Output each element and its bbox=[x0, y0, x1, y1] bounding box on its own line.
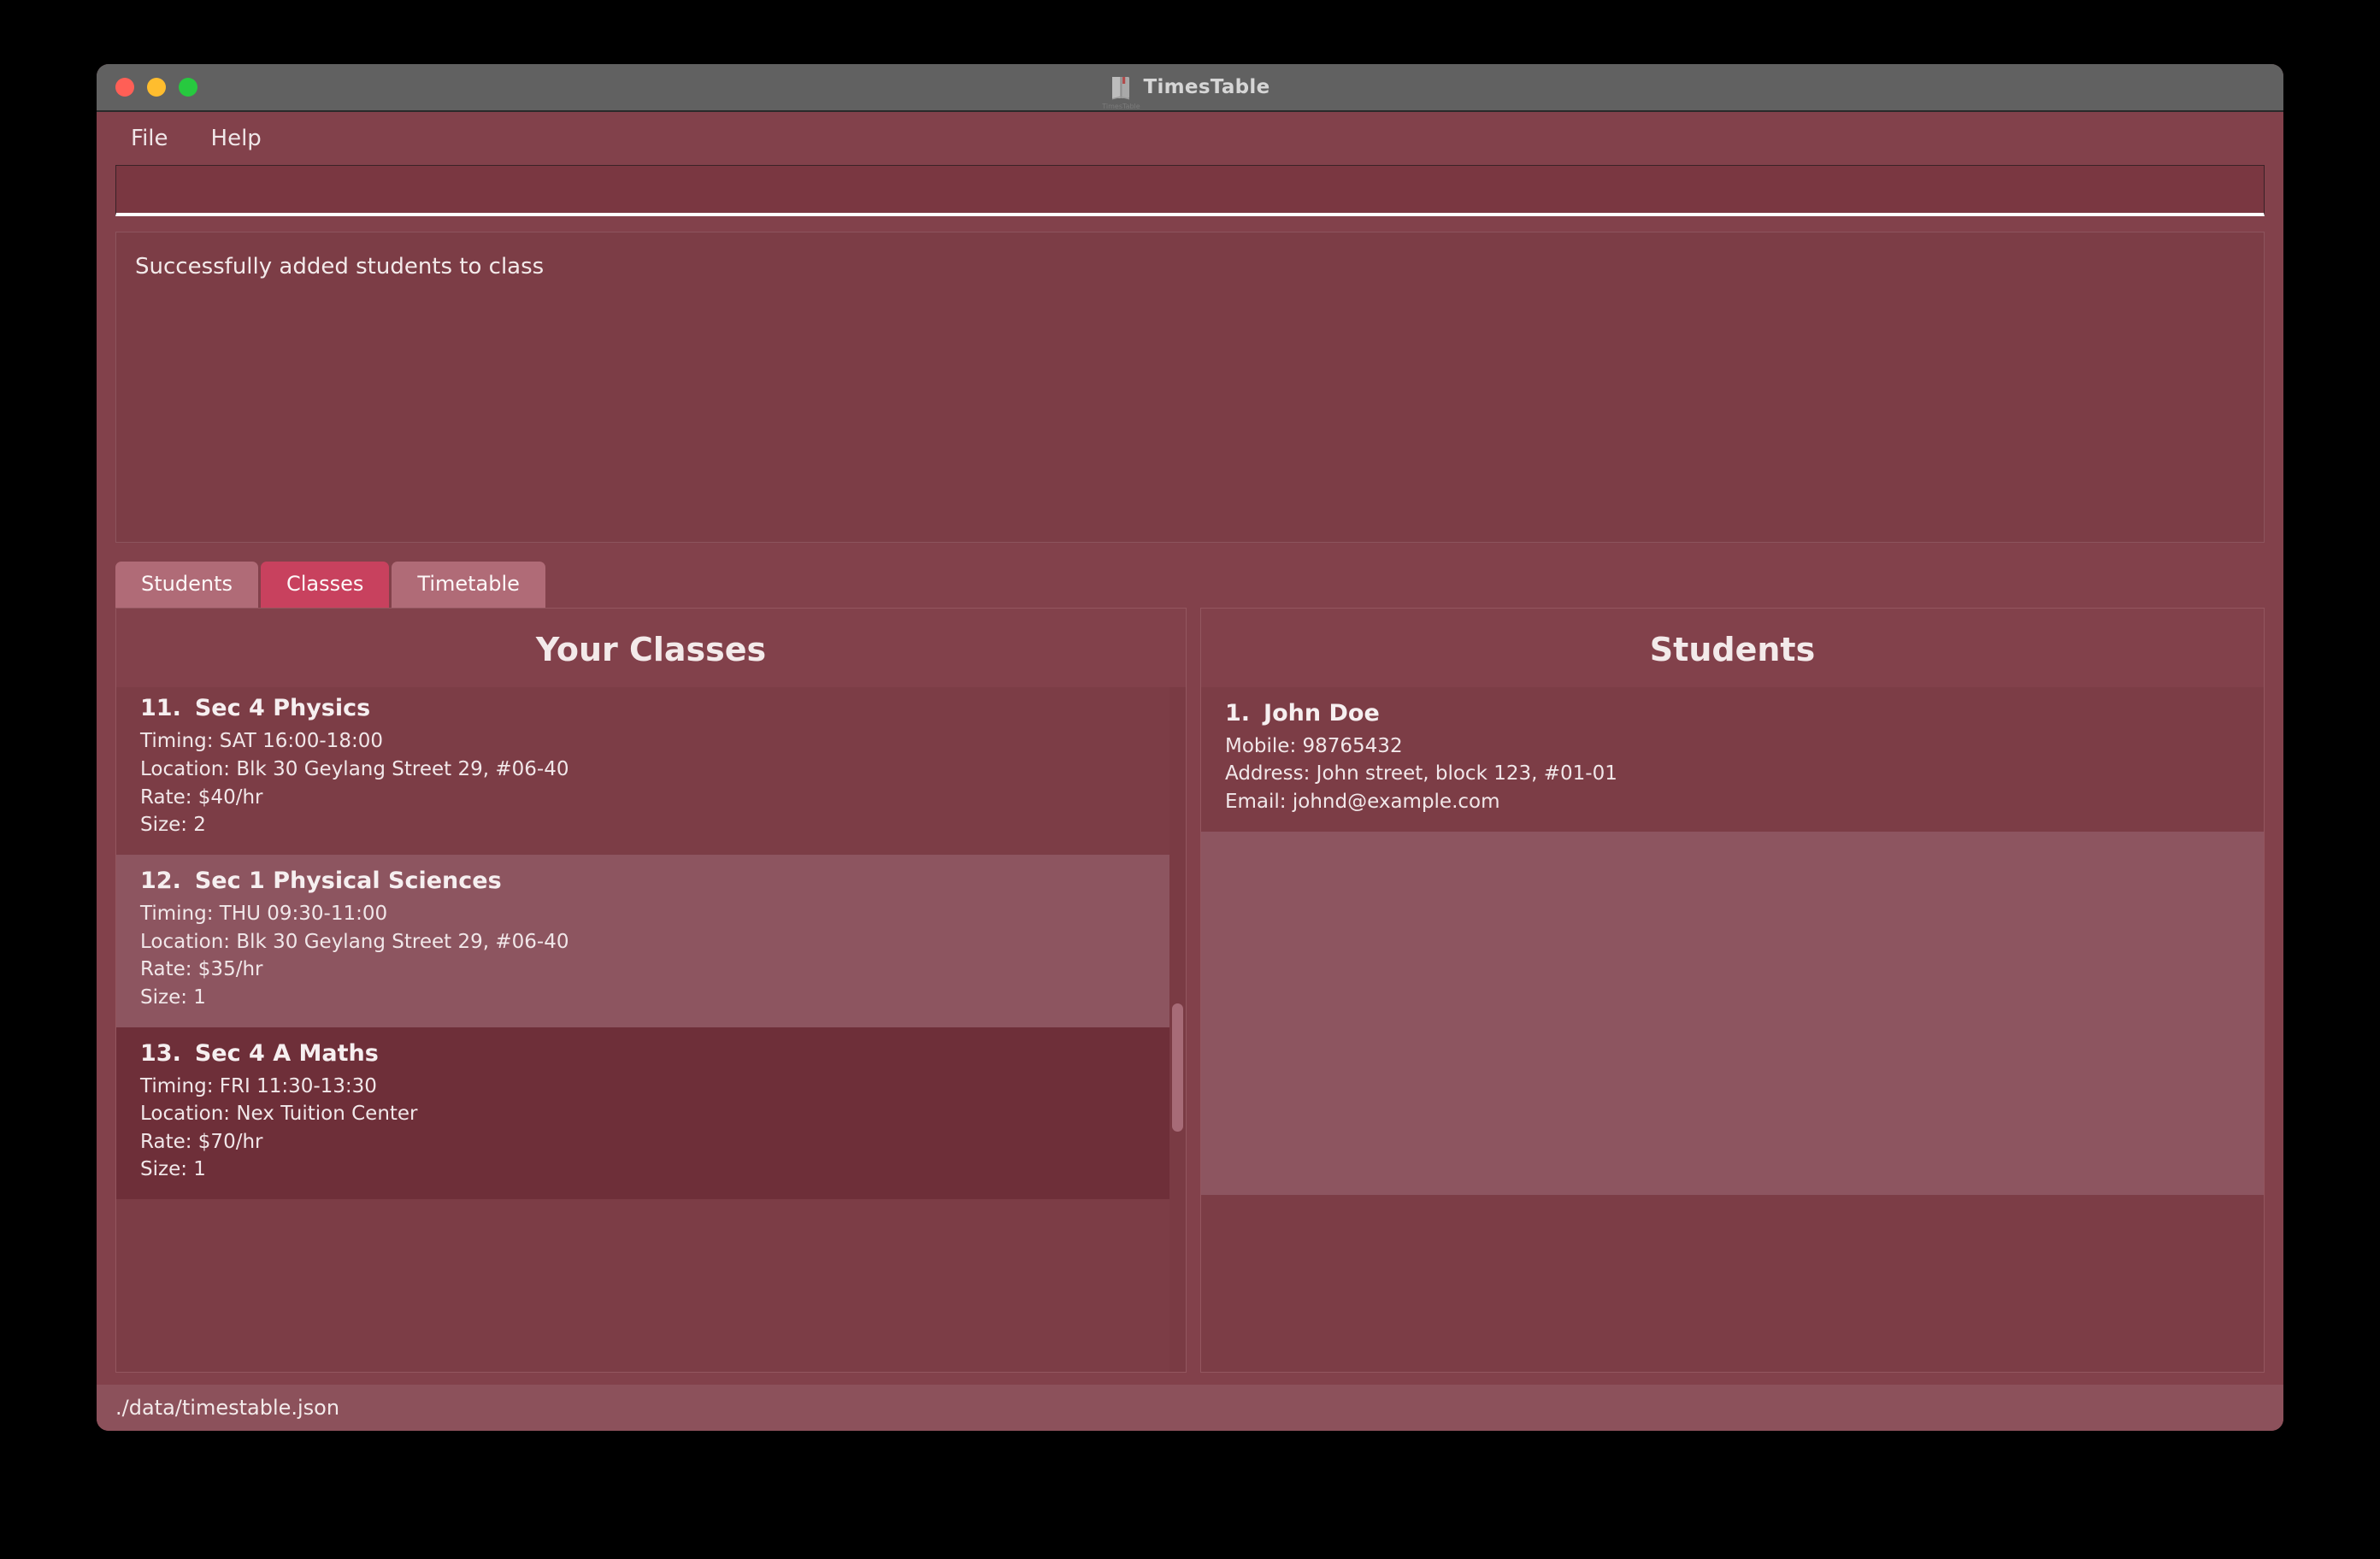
close-button[interactable] bbox=[115, 78, 134, 97]
classes-scrollbar[interactable] bbox=[1169, 686, 1186, 1372]
class-index: 13. bbox=[140, 1039, 181, 1067]
class-rate: Rate: $70/hr bbox=[140, 1130, 263, 1153]
app-icon-caption: TimesTable bbox=[1102, 103, 1140, 110]
class-size: Size: 1 bbox=[140, 985, 206, 1009]
class-name: Sec 1 Physical Sciences bbox=[194, 867, 502, 894]
list-item[interactable]: 1. John Doe Mobile: 98765432 Address: Joh… bbox=[1201, 686, 2264, 832]
class-title: 11. Sec 4 Physics bbox=[140, 695, 1162, 721]
book-icon: TimesTable bbox=[1102, 75, 1140, 110]
classes-scrollbar-thumb[interactable] bbox=[1172, 1003, 1183, 1132]
students-list: 1. John Doe Mobile: 98765432 Address: Joh… bbox=[1201, 686, 2264, 1195]
maximize-button[interactable] bbox=[179, 78, 197, 97]
class-size: Size: 2 bbox=[140, 814, 206, 837]
menu-item-file[interactable]: File bbox=[115, 121, 184, 156]
menu-item-help[interactable]: Help bbox=[196, 121, 277, 156]
class-title: 13. Sec 4 A Maths bbox=[140, 1040, 1162, 1067]
class-name: Sec 4 A Maths bbox=[194, 1039, 379, 1067]
class-size: Size: 1 bbox=[140, 1158, 206, 1181]
classes-panel: Your Classes Size: 2 bbox=[115, 607, 1187, 1373]
minimize-button[interactable] bbox=[147, 78, 166, 97]
students-scroll-viewport: 1. John Doe Mobile: 98765432 Address: Joh… bbox=[1201, 686, 2264, 1372]
students-panel-title: Students bbox=[1649, 630, 1816, 668]
class-rate: Rate: $40/hr bbox=[140, 785, 263, 809]
list-item[interactable]: 11. Sec 4 Physics Timing: SAT 16:00-18:00… bbox=[116, 686, 1186, 855]
classes-scroll-viewport: Size: 2 11. Sec 4 Physics Timing: SAT 16:… bbox=[116, 686, 1186, 1372]
class-timing: Timing: SAT 16:00-18:00 bbox=[140, 730, 383, 753]
app-body: File Help Successfully added students to… bbox=[97, 112, 2283, 1431]
class-timing: Timing: FRI 11:30-13:30 bbox=[140, 1074, 377, 1097]
window-controls bbox=[115, 64, 197, 110]
class-location: Location: Blk 30 Geylang Street 29, #06-… bbox=[140, 757, 569, 780]
command-box-container bbox=[115, 165, 2265, 216]
student-email: Email: johnd@example.com bbox=[1225, 790, 1500, 813]
class-title: 12. Sec 1 Physical Sciences bbox=[140, 868, 1162, 894]
students-panel: Students 1. John Doe Mobile: 98765432 Add… bbox=[1200, 607, 2265, 1373]
list-item[interactable]: 13. Sec 4 A Maths Timing: FRI 11:30-13:30… bbox=[116, 1027, 1186, 1200]
classes-listview[interactable]: Size: 2 11. Sec 4 Physics Timing: SAT 16:… bbox=[116, 686, 1186, 1372]
student-index: 1. bbox=[1225, 699, 1251, 727]
result-display-container: Successfully added students to class bbox=[115, 232, 2265, 543]
classes-list: Size: 2 11. Sec 4 Physics Timing: SAT 16:… bbox=[116, 686, 1186, 1200]
class-location: Location: Nex Tuition Center bbox=[140, 1103, 418, 1126]
class-index: 12. bbox=[140, 867, 181, 894]
save-location-path: ./data/timestable.json bbox=[115, 1396, 340, 1420]
screen: TimesTable TimesTable File Help Successf… bbox=[0, 0, 2380, 1559]
app-window: TimesTable TimesTable File Help Successf… bbox=[97, 64, 2283, 1431]
status-bar: ./data/timestable.json bbox=[97, 1385, 2283, 1431]
window-title: TimesTable bbox=[1143, 76, 1270, 98]
result-display: Successfully added students to class bbox=[115, 232, 2265, 543]
main-panes: Your Classes Size: 2 bbox=[115, 607, 2265, 1373]
class-index: 11. bbox=[140, 695, 181, 722]
title-container: TimesTable TimesTable bbox=[97, 64, 2283, 110]
students-listview[interactable]: 1. John Doe Mobile: 98765432 Address: Joh… bbox=[1201, 686, 2264, 1372]
tab-timetable[interactable]: Timetable bbox=[392, 562, 545, 608]
result-message: Successfully added students to class bbox=[135, 254, 545, 279]
class-location: Location: Blk 30 Geylang Street 29, #06-… bbox=[140, 930, 569, 953]
list-item[interactable]: 12. Sec 1 Physical Sciences Timing: THU 0… bbox=[116, 854, 1186, 1027]
title-bar: TimesTable TimesTable bbox=[97, 64, 2283, 112]
tab-classes[interactable]: Classes bbox=[260, 562, 390, 608]
command-input[interactable] bbox=[116, 166, 2264, 213]
list-item-empty bbox=[1201, 831, 2264, 1195]
student-title: 1. John Doe bbox=[1225, 700, 2240, 727]
student-address: Address: John street, block 123, #01-01 bbox=[1225, 762, 1617, 785]
command-box[interactable] bbox=[115, 165, 2265, 216]
student-name: John Doe bbox=[1264, 699, 1380, 727]
class-name: Sec 4 Physics bbox=[194, 695, 371, 722]
tab-bar: Students Classes Timetable bbox=[115, 562, 2265, 608]
menu-bar: File Help bbox=[97, 112, 2283, 165]
class-rate: Rate: $35/hr bbox=[140, 958, 263, 981]
student-mobile: Mobile: 98765432 bbox=[1225, 734, 1403, 757]
tab-students[interactable]: Students bbox=[115, 562, 258, 608]
classes-panel-title: Your Classes bbox=[535, 630, 767, 668]
class-timing: Timing: THU 09:30-11:00 bbox=[140, 902, 388, 925]
